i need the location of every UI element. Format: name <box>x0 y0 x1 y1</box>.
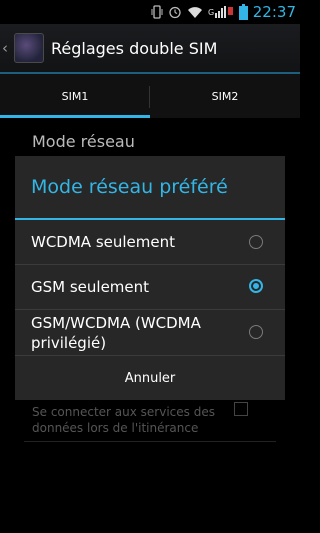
alarm-icon <box>169 6 181 19</box>
up-chevron-icon[interactable]: ‹ <box>2 39 12 57</box>
vibrate-icon <box>151 5 163 19</box>
tab-sim2-label: SIM2 <box>211 89 239 103</box>
wifi-icon <box>187 6 202 18</box>
roaming-checkbox[interactable] <box>234 402 248 416</box>
page-title: Réglages double SIM <box>51 38 218 58</box>
cancel-button-label: Annuler <box>124 370 176 386</box>
radio-button[interactable] <box>249 325 263 339</box>
action-bar[interactable]: ‹ Réglages double SIM <box>0 24 300 74</box>
svg-text:G: G <box>208 8 214 17</box>
signal-icon: G <box>208 6 233 18</box>
tab-sim1[interactable]: SIM1 <box>0 74 150 118</box>
divider <box>24 441 276 442</box>
cancel-button[interactable]: Annuler <box>15 356 285 400</box>
status-bar: G 22:37 <box>0 0 300 24</box>
radio-button[interactable] <box>249 235 263 249</box>
option-label: WCDMA seulement <box>31 233 176 251</box>
roaming-text: Se connecter aux services des données lo… <box>32 405 215 435</box>
section-title: Mode réseau <box>32 132 135 151</box>
option-wcdma-only[interactable]: WCDMA seulement <box>15 220 285 264</box>
status-time: 22:37 <box>252 3 296 21</box>
option-label: GSM/WCDMA (WCDMA privilégié) <box>31 314 201 352</box>
option-gsm-wcdma[interactable]: GSM/WCDMA (WCDMA privilégié) <box>15 310 285 356</box>
radio-button-selected[interactable] <box>249 279 263 293</box>
tab-divider <box>149 86 150 108</box>
dialog-title: Mode réseau préféré <box>31 176 228 198</box>
option-gsm-only[interactable]: GSM seulement <box>15 265 285 309</box>
tab-sim2[interactable]: SIM2 <box>150 74 300 118</box>
battery-icon <box>238 4 248 20</box>
option-label: GSM seulement <box>31 278 150 296</box>
tab-sim1-label: SIM1 <box>61 89 89 103</box>
app-icon[interactable] <box>14 33 44 63</box>
sim-tabs: SIM1 SIM2 <box>0 74 300 118</box>
network-mode-dialog: Mode réseau préféré WCDMA seulement GSM … <box>15 156 285 400</box>
